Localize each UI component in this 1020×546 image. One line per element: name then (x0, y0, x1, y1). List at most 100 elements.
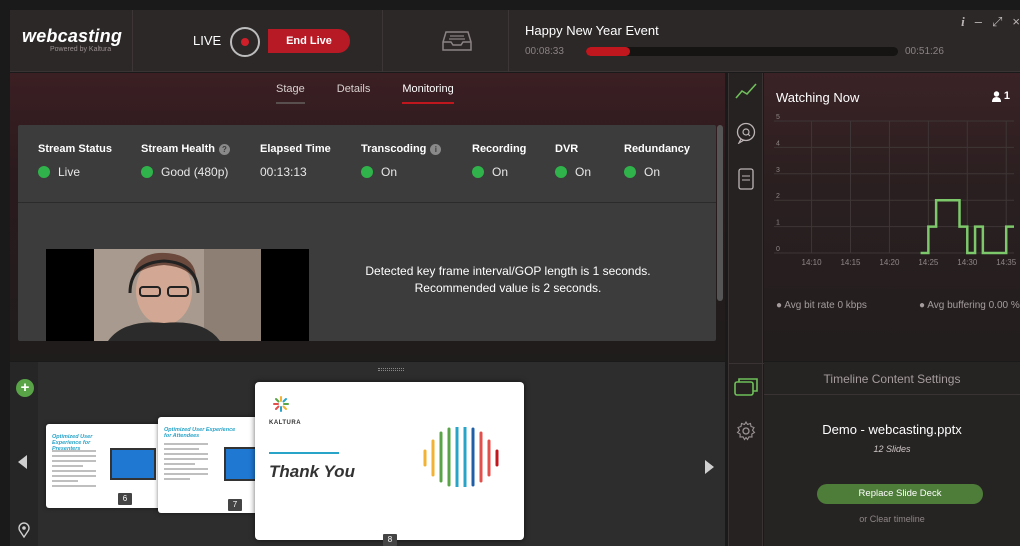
previous-slide-icon[interactable] (18, 455, 27, 469)
top-bar: webcasting Powered by Kaltura LIVE End L… (10, 10, 1020, 72)
live-broadcast-icon (230, 27, 260, 57)
elapsed-time: 00:08:33 (525, 46, 564, 57)
brand-name: webcasting (22, 26, 123, 46)
x-tick-label: 14:30 (957, 258, 978, 267)
laptop-screen-image (110, 448, 156, 480)
progress-fill (586, 47, 630, 56)
header-divider (382, 10, 383, 72)
stat-dvr: DVR On (555, 143, 591, 179)
slide-number-badge: 8 (383, 534, 397, 546)
avg-bit-rate-text: Avg bit rate 0 kbps (784, 300, 867, 311)
minimize-icon[interactable]: – (975, 14, 982, 30)
color-bars-graphic (423, 427, 499, 487)
settings-gear-icon[interactable] (734, 419, 758, 443)
stat-header: Redundancy (624, 143, 691, 155)
notes-document-icon[interactable] (734, 167, 758, 191)
monitoring-scrollbar[interactable] (717, 125, 723, 301)
help-icon[interactable]: ? (218, 143, 230, 155)
resize-grip[interactable] (378, 368, 404, 371)
kaltura-logo-icon (273, 396, 289, 412)
next-slide-icon[interactable] (705, 460, 714, 474)
stat-header: DVR (555, 143, 579, 155)
analytics-chart-icon[interactable] (734, 79, 758, 103)
warning-line: Recommended value is 2 seconds. (414, 281, 602, 295)
stat-value: On (575, 165, 592, 179)
slide-number-badge: 6 (118, 493, 132, 505)
status-dot-icon (361, 166, 373, 178)
gop-warning-message: Detected key frame interval/GOP length i… (338, 263, 678, 297)
slide-deck-name: Demo - webcasting.pptx (822, 422, 962, 437)
status-dot-icon (141, 166, 153, 178)
stat-header: Recording (472, 143, 527, 155)
monitoring-panel: Stream Status Live Stream Health? Good (… (18, 125, 716, 341)
info-icon[interactable]: i (961, 14, 965, 30)
slide-bullets (52, 450, 96, 490)
inbox-tray-icon[interactable] (442, 30, 472, 57)
stat-value: On (381, 165, 398, 179)
stat-header: Transcoding (361, 143, 427, 155)
close-icon[interactable]: × (1012, 14, 1020, 30)
y-tick-label: 1 (776, 220, 780, 227)
stat-value: 00:13:13 (260, 165, 307, 179)
stat-header: Stream Health (141, 143, 215, 155)
end-live-button[interactable]: End Live (268, 29, 350, 53)
event-progress-bar[interactable] (586, 47, 898, 56)
qna-chat-icon[interactable] (734, 121, 758, 145)
expand-icon[interactable]: ⤢ (992, 14, 1002, 30)
window-controls: i – ⤢ × (961, 14, 1020, 30)
timeline-content-settings: Timeline Content Settings Demo - webcast… (764, 362, 1020, 546)
x-tick-label: 14:20 (879, 258, 900, 267)
slide-bullets (164, 443, 208, 483)
tab-monitoring[interactable]: Monitoring (402, 83, 454, 104)
stage-tabs: Stage Details Monitoring (276, 83, 454, 104)
total-time: 00:51:26 (905, 46, 944, 57)
warning-line: Detected key frame interval/GOP length i… (365, 264, 651, 278)
tab-details[interactable]: Details (337, 83, 371, 104)
slides-tool-column: + (10, 362, 38, 546)
clear-timeline-link[interactable]: or Clear timeline (764, 514, 1020, 524)
y-tick-label: 4 (776, 140, 780, 147)
status-dot-icon (38, 166, 50, 178)
pin-location-icon[interactable] (17, 522, 31, 543)
info-icon[interactable]: i (430, 143, 442, 155)
slide-title: Optimized User Experience for Attendees (164, 427, 236, 439)
y-tick-label: 5 (776, 114, 780, 121)
stat-value: On (492, 165, 509, 179)
x-tick-label: 14:15 (840, 258, 861, 267)
stat-stream-status: Stream Status Live (38, 143, 112, 179)
stat-value: On (644, 165, 661, 179)
thank-you-heading: Thank You (269, 462, 355, 481)
live-video-preview[interactable] (46, 249, 309, 341)
side-tool-column (728, 73, 764, 546)
stat-header: Elapsed Time (260, 143, 331, 155)
y-tick-label: 0 (776, 246, 780, 253)
status-dot-icon (555, 166, 567, 178)
timeline-settings-title: Timeline Content Settings (823, 372, 961, 386)
stat-redundancy: Redundancy On (624, 143, 690, 179)
watching-now-panel: Watching Now 1 0 1 2 3 4 5 14:10 14:15 14:20 14:2… (764, 73, 1020, 361)
slide-thumbnail-6[interactable]: Optimized User Experience for Presenters (46, 424, 164, 508)
slides-presentation-icon[interactable] (734, 375, 758, 399)
slides-strip: + Optimized User Experience for Presente… (10, 362, 725, 546)
live-label: LIVE (193, 33, 222, 48)
avg-buffering: ● Avg buffering 0.00 % (919, 300, 1020, 311)
kaltura-logo-text: KALTURA (269, 420, 302, 426)
x-tick-label: 14:10 (802, 258, 823, 267)
app-logo: webcasting Powered by Kaltura (22, 26, 122, 53)
current-slide[interactable]: KALTURA Thank You (255, 382, 524, 540)
status-dot-icon (624, 166, 636, 178)
viewer-count-value: 1 (1003, 90, 1010, 102)
watching-now-title: Watching Now (776, 90, 860, 105)
y-tick-label: 3 (776, 167, 780, 174)
slide-number-badge: 7 (228, 499, 242, 511)
add-slide-button[interactable]: + (16, 379, 34, 397)
header-divider (132, 10, 133, 72)
y-tick-label: 2 (776, 193, 780, 200)
replace-slide-deck-button[interactable]: Replace Slide Deck (817, 484, 983, 504)
presenter-feed (94, 249, 261, 341)
x-tick-label: 14:35 (996, 258, 1017, 267)
accent-line (269, 452, 339, 454)
stat-header: Stream Status (38, 143, 112, 155)
tab-stage[interactable]: Stage (276, 83, 305, 104)
stat-value: Good (480p) (161, 165, 229, 179)
